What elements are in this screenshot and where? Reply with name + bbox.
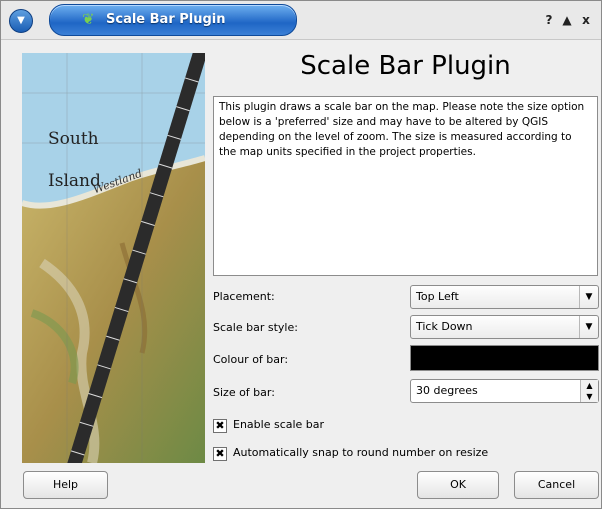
chevron-down-icon: ▼ [579,316,598,338]
map-label-south: South [48,129,99,149]
colour-label: Colour of bar: [213,353,289,366]
spin-down-icon[interactable]: ▼ [580,391,598,402]
window-title: Scale Bar Plugin [106,12,226,27]
colour-picker-button[interactable] [410,345,599,371]
page-title: Scale Bar Plugin [300,51,511,81]
style-value: Tick Down [416,320,473,333]
help-icon[interactable]: ? [541,12,557,28]
snap-checkbox[interactable]: ✖ [213,447,227,461]
size-spinbox[interactable]: 30 degrees ▲ ▼ [410,379,599,403]
snap-label: Automatically snap to round number on re… [233,446,489,459]
close-icon[interactable]: x [578,12,594,28]
plugin-dialog: ▼ ❦ Scale Bar Plugin ? ▲ x South Island … [0,0,602,509]
qgis-leaf-icon: ❦ [82,10,95,28]
title-pill: ❦ Scale Bar Plugin [49,4,297,36]
map-illustration: South Island Westland [22,53,205,463]
size-value: 30 degrees [416,384,478,397]
style-label: Scale bar style: [213,321,298,334]
cancel-button[interactable]: Cancel [514,471,599,499]
window-menu-button[interactable]: ▼ [9,9,33,33]
title-bar: ▼ ❦ Scale Bar Plugin ? ▲ x [1,1,601,40]
help-button[interactable]: Help [23,471,108,499]
shade-icon[interactable]: ▲ [559,12,575,28]
enable-label: Enable scale bar [233,418,325,431]
ok-button[interactable]: OK [417,471,499,499]
description-text: This plugin draws a scale bar on the map… [213,96,598,276]
placement-label: Placement: [213,290,275,303]
placement-select[interactable]: Top Left ▼ [410,285,599,309]
size-label: Size of bar: [213,386,275,399]
style-select[interactable]: Tick Down ▼ [410,315,599,339]
enable-checkbox[interactable]: ✖ [213,419,227,433]
placement-value: Top Left [416,290,459,303]
chevron-down-icon: ▼ [579,286,598,308]
